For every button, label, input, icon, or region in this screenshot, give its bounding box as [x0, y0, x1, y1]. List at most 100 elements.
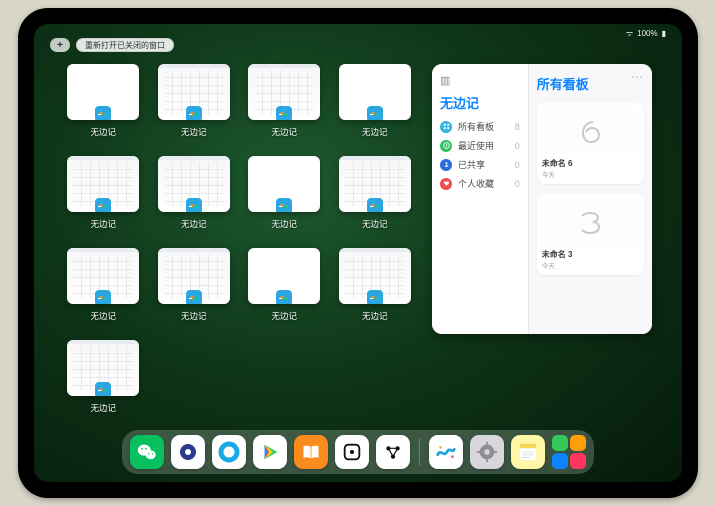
board-title: 未命名 6 — [542, 158, 639, 169]
nav-item[interactable]: 已共享 0 — [440, 158, 520, 171]
window-thumb[interactable]: 无边记 — [336, 156, 415, 236]
freeform-app-icon — [95, 382, 111, 396]
thumb-card — [67, 340, 139, 396]
freeform-panel[interactable]: ▥ 无边记 所有看板8最近使用0已共享0个人收藏0 ⋯ 所有看板 未命名 6今天… — [432, 64, 652, 334]
board-preview — [542, 108, 639, 154]
freeform-app-icon — [276, 106, 292, 120]
window-thumb[interactable]: 无边记 — [245, 248, 324, 328]
dock — [122, 430, 594, 474]
nav-item[interactable]: 个人收藏 0 — [440, 177, 520, 190]
board-card[interactable]: 未命名 3今天 — [537, 194, 644, 275]
freeform-app-icon — [95, 290, 111, 304]
boards-list: 未命名 6今天未命名 3今天 — [537, 103, 644, 275]
freeform-app-icon — [367, 198, 383, 212]
window-thumb[interactable]: 无边记 — [64, 248, 143, 328]
thumb-label: 无边记 — [271, 310, 297, 322]
nav-count: 0 — [515, 179, 520, 189]
thumb-card — [67, 248, 139, 304]
grid-icon — [440, 121, 452, 133]
dock-wechat-icon[interactable] — [130, 435, 164, 469]
dock-books-icon[interactable] — [294, 435, 328, 469]
freeform-app-icon — [276, 198, 292, 212]
thumb-label: 无边记 — [181, 126, 207, 138]
panel-right-title: 所有看板 — [537, 74, 644, 93]
nav-label: 已共享 — [458, 158, 485, 171]
nav-count: 0 — [515, 160, 520, 170]
window-thumb[interactable]: 无边记 — [245, 64, 324, 144]
heart-icon — [440, 178, 452, 190]
thumb-card — [248, 156, 320, 212]
freeform-app-icon — [186, 198, 202, 212]
thumb-label: 无边记 — [90, 310, 116, 322]
ipad-frame: ᯤ 100% ▮ + 重新打开已关闭的窗口 无边记无边记无边记无边记无边记无边记… — [18, 8, 698, 498]
thumb-card — [158, 156, 230, 212]
thumb-label: 无边记 — [271, 218, 297, 230]
thumb-card — [248, 64, 320, 120]
board-preview — [542, 199, 639, 245]
board-subtitle: 今天 — [542, 260, 639, 270]
freeform-app-icon — [367, 106, 383, 120]
nav-label: 个人收藏 — [458, 177, 494, 190]
thumb-label: 无边记 — [362, 218, 388, 230]
panel-title: 无边记 — [440, 93, 520, 112]
freeform-app-icon — [186, 290, 202, 304]
share-icon — [440, 159, 452, 171]
dock-dots-icon[interactable] — [376, 435, 410, 469]
thumb-label: 无边记 — [271, 126, 297, 138]
dock-browser2-icon[interactable] — [212, 435, 246, 469]
panel-sidebar: ▥ 无边记 所有看板 8 最近使用 0 已共享 0 个人收藏 0 — [432, 64, 529, 334]
sidebar-toggle-icon[interactable]: ▥ — [440, 74, 520, 87]
new-window-button[interactable]: + — [50, 38, 70, 52]
thumb-label: 无边记 — [90, 218, 116, 230]
screen: ᯤ 100% ▮ + 重新打开已关闭的窗口 无边记无边记无边记无边记无边记无边记… — [34, 24, 682, 482]
nav-label: 最近使用 — [458, 139, 494, 152]
recent-apps-stack[interactable] — [552, 435, 586, 469]
nav-item[interactable]: 最近使用 0 — [440, 139, 520, 152]
window-thumb[interactable]: 无边记 — [155, 156, 234, 236]
thumb-label: 无边记 — [181, 310, 207, 322]
thumb-card — [339, 156, 411, 212]
thumb-card — [339, 248, 411, 304]
reopen-closed-window-button[interactable]: 重新打开已关闭的窗口 — [76, 38, 174, 52]
window-thumb[interactable]: 无边记 — [336, 248, 415, 328]
thumb-label: 无边记 — [90, 402, 116, 414]
nav-item[interactable]: 所有看板 8 — [440, 120, 520, 133]
window-thumb[interactable]: 无边记 — [64, 64, 143, 144]
freeform-app-icon — [367, 290, 383, 304]
panel-content: ⋯ 所有看板 未命名 6今天未命名 3今天 — [529, 64, 652, 334]
clock-icon — [440, 140, 452, 152]
dock-notes-icon[interactable] — [511, 435, 545, 469]
nav-label: 所有看板 — [458, 120, 494, 133]
window-thumb[interactable]: 无边记 — [64, 156, 143, 236]
window-thumb[interactable]: 无边记 — [245, 156, 324, 236]
freeform-app-icon — [95, 106, 111, 120]
dock-separator — [419, 438, 420, 466]
nav-count: 0 — [515, 141, 520, 151]
battery-label: 100% — [637, 29, 657, 38]
dock-settings-icon[interactable] — [470, 435, 504, 469]
wifi-icon: ᯤ — [626, 28, 633, 39]
window-thumb[interactable]: 无边记 — [155, 64, 234, 144]
thumb-label: 无边记 — [362, 126, 388, 138]
dock-freeform-icon[interactable] — [429, 435, 463, 469]
freeform-app-icon — [186, 106, 202, 120]
thumb-label: 无边记 — [362, 310, 388, 322]
freeform-app-icon — [95, 198, 111, 212]
dock-play-icon[interactable] — [253, 435, 287, 469]
thumb-card — [67, 64, 139, 120]
freeform-app-icon — [276, 290, 292, 304]
board-subtitle: 今天 — [542, 169, 639, 179]
window-thumb[interactable]: 无边记 — [155, 248, 234, 328]
battery-icon: ▮ — [662, 29, 666, 38]
more-button[interactable]: ⋯ — [631, 70, 644, 84]
dock-browser1-icon[interactable] — [171, 435, 205, 469]
nav-count: 8 — [515, 122, 520, 132]
board-card[interactable]: 未命名 6今天 — [537, 103, 644, 184]
panel-nav: 所有看板 8 最近使用 0 已共享 0 个人收藏 0 — [440, 120, 520, 190]
window-thumb[interactable]: 无边记 — [64, 340, 143, 420]
thumb-card — [158, 64, 230, 120]
dock-dice-icon[interactable] — [335, 435, 369, 469]
thumb-label: 无边记 — [90, 126, 116, 138]
workspace: 无边记无边记无边记无边记无边记无边记无边记无边记无边记无边记无边记无边记无边记 … — [64, 64, 652, 422]
window-thumb[interactable]: 无边记 — [336, 64, 415, 144]
